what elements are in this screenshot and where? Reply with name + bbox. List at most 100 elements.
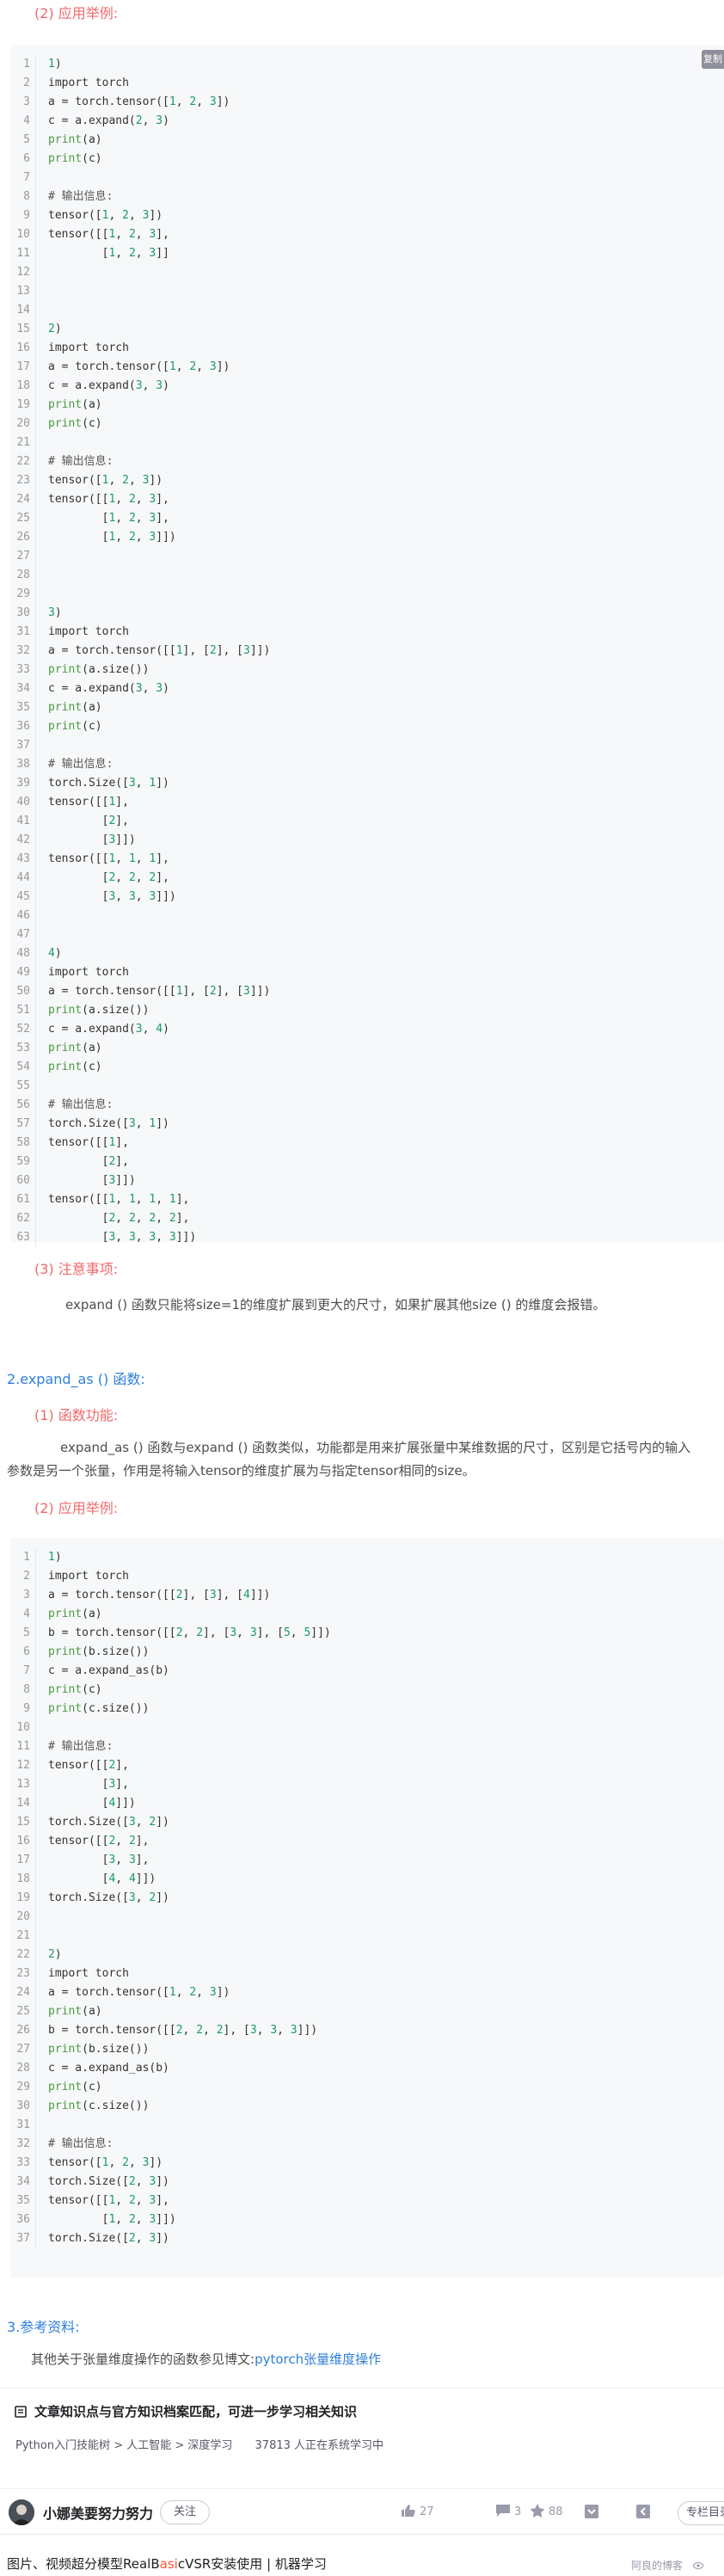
line-number: 21 (10, 433, 36, 452)
code-text: b = torch.tensor([[2, 2, 2], [3, 3, 3]]) (48, 2024, 318, 2037)
code-line: 43 tensor([[1, 1, 1], (10, 850, 724, 869)
code-text: [2, 2, 2], (48, 871, 169, 884)
expand-as-heading: 2.expand_as () 函数: (7, 1371, 145, 1387)
code-line: 9 tensor([1, 2, 3]) (10, 206, 724, 225)
line-number: 46 (10, 907, 36, 925)
line-number: 31 (10, 2116, 36, 2135)
line-number: 4 (10, 1605, 36, 1624)
like-stat[interactable]: 27 (401, 2504, 434, 2518)
code-text: torch.Size([3, 2]) (48, 1891, 169, 1904)
code-line: 31 import torch (10, 623, 724, 642)
comment-icon (496, 2505, 510, 2517)
code-text: tensor([[1, 2, 3], (48, 228, 169, 241)
code-line: 42 [3]]) (10, 831, 724, 850)
code-text: print(c) (48, 720, 102, 733)
code-text: c = a.expand(3, 3) (48, 682, 169, 695)
code-line: 11 # 输出信息: (10, 1737, 724, 1756)
code-line: 61 tensor([[1, 1, 1, 1], (10, 1190, 724, 1209)
code-line: 24 a = torch.tensor([1, 2, 3]) (10, 1983, 724, 2002)
code-text: print(a.size()) (48, 1004, 150, 1017)
code-line: 24 tensor([[1, 2, 3], (10, 490, 724, 509)
code-line: 4 c = a.expand(2, 3) (10, 112, 724, 131)
code-text: print(c) (48, 152, 102, 165)
line-number: 56 (10, 1096, 36, 1115)
code-line: 53 print(a) (10, 1039, 724, 1058)
recommendation-title[interactable]: 图片、视频超分模型RealBasicVSR安装使用 | 机器学习 (7, 2554, 327, 2573)
code-line: 38 # 输出信息: (10, 755, 724, 774)
code-text: tensor([1, 2, 3]) (48, 474, 163, 487)
author-name[interactable]: 小娜美要努力努力 (43, 2502, 153, 2523)
bottom-divider (0, 2534, 724, 2535)
line-number: 14 (10, 301, 36, 320)
code-text: print(c.size()) (48, 1702, 150, 1715)
line-number: 26 (10, 2021, 36, 2040)
code-line: 2 import torch (10, 1567, 724, 1586)
code-line: 3 a = torch.tensor([[2], [3], [4]]) (10, 1586, 724, 1605)
code-line: 7 (10, 169, 724, 188)
code-text: print(b.size()) (48, 2043, 150, 2056)
code-text: print(c) (48, 2081, 102, 2093)
line-number: 5 (10, 1624, 36, 1643)
knowledge-book-icon (15, 2406, 27, 2418)
line-number: 3 (10, 93, 36, 112)
share-icon[interactable] (633, 2501, 653, 2522)
reference-link[interactable]: pytorch张量维度操作 (255, 2352, 381, 2367)
code-line: 12 (10, 263, 724, 282)
code-text: c = a.expand(3, 4) (48, 1023, 169, 1036)
line-number: 5 (10, 131, 36, 150)
line-number: 37 (10, 2229, 36, 2248)
line-number: 9 (10, 1700, 36, 1718)
function-text-2: 参数是另一个张量，作用是将输入tensor的维度扩展为与指定tensor相同的s… (7, 1463, 476, 1479)
code-line: 9 print(c.size()) (10, 1700, 724, 1718)
code-line: 13 [3], (10, 1775, 724, 1794)
references-prefix: 其他关于张量维度操作的函数参见博文: (31, 2352, 255, 2367)
line-number: 60 (10, 1171, 36, 1190)
line-number: 30 (10, 604, 36, 623)
line-number: 27 (10, 2040, 36, 2059)
code-text: 1) (48, 58, 62, 71)
code-lines: 1 1) 2 import torch 3 a = torch.tensor([1, 2,… (10, 55, 724, 1247)
line-number: 36 (10, 717, 36, 736)
rec-title-before: 图片、视频超分模型RealB (7, 2556, 160, 2572)
line-number: 50 (10, 982, 36, 1001)
follow-button[interactable]: 关注 (160, 2500, 210, 2524)
code-line: 13 (10, 282, 724, 301)
line-number: 53 (10, 1039, 36, 1058)
line-number: 27 (10, 547, 36, 566)
code-line: 62 [2, 2, 2, 2], (10, 1209, 724, 1228)
line-number: 6 (10, 150, 36, 169)
code-text: [4, 4]]) (48, 1872, 156, 1885)
code-line: 41 [2], (10, 812, 724, 831)
line-number: 54 (10, 1058, 36, 1077)
code-line: 63 [3, 3, 3, 3]]) (10, 1228, 724, 1247)
code-line: 19 torch.Size([3, 2]) (10, 1889, 724, 1908)
code-text: 2) (48, 323, 62, 335)
code-text: print(a.size()) (48, 663, 150, 676)
comment-stat[interactable]: 3 (495, 2504, 521, 2518)
line-number: 45 (10, 888, 36, 907)
line-number: 63 (10, 1228, 36, 1247)
code-line: 18 [4, 4]]) (10, 1870, 724, 1889)
code-line: 1 1) (10, 1548, 724, 1567)
line-number: 19 (10, 1889, 36, 1908)
line-number: 51 (10, 1001, 36, 1020)
code-line: 7 c = a.expand_as(b) (10, 1662, 724, 1681)
knowledge-path-text[interactable]: Python入门技能树 > 人工智能 > 深度学习 (15, 2439, 232, 2452)
references-text: 其他关于张量维度操作的函数参见博文:pytorch张量维度操作 (31, 2348, 381, 2371)
reward-icon[interactable] (581, 2501, 602, 2522)
code-text: 4) (48, 947, 62, 960)
code-text: import torch (48, 1570, 129, 1583)
code-text: print(a) (48, 2005, 102, 2018)
line-number: 36 (10, 2210, 36, 2229)
code-text: b = torch.tensor([[2, 2], [3, 3], [5, 5]… (48, 1626, 331, 1639)
favorite-stat[interactable]: 88 (530, 2504, 563, 2518)
avatar-image-icon (9, 2499, 34, 2525)
avatar[interactable] (9, 2499, 34, 2525)
column-directory-button[interactable]: 专栏目录 (678, 2501, 724, 2525)
notes-text: expand () 函数只能将size=1的维度扩展到更大的尺寸，如果扩展其他s… (65, 1297, 606, 1313)
recommendation-meta: 阿良的博客 (631, 2558, 703, 2573)
line-number: 23 (10, 1964, 36, 1983)
code-line: 49 import torch (10, 963, 724, 982)
code-block-expand-as: 复制 11)2import torch3a = torch.tensor([[2… (10, 1538, 724, 2278)
line-number: 49 (10, 963, 36, 982)
